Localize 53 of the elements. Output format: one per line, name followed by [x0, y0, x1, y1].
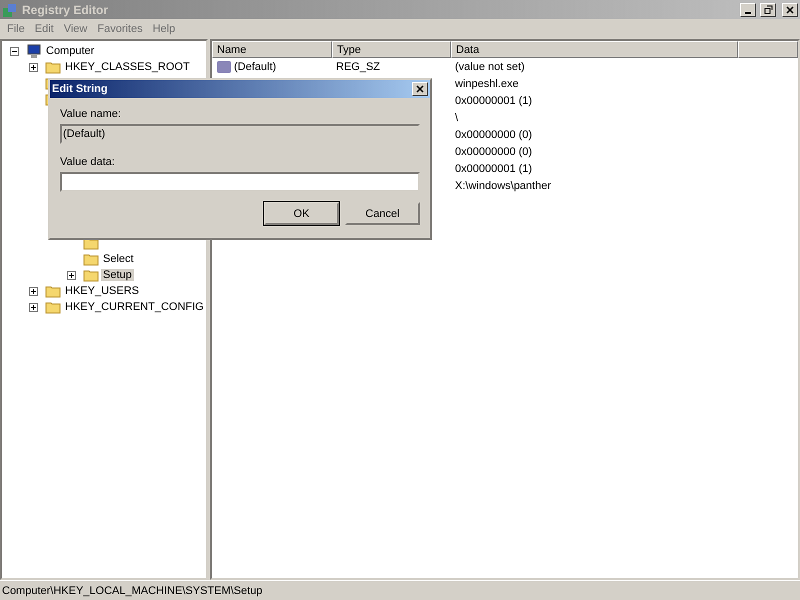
- close-button[interactable]: [782, 2, 798, 16]
- expand-button[interactable]: [67, 270, 76, 280]
- folder-icon: [45, 284, 61, 298]
- value-data: 0x00000001 (1): [455, 94, 532, 106]
- folder-icon: [45, 300, 61, 314]
- tree-item[interactable]: Select: [101, 253, 136, 265]
- value-data: (value not set): [455, 60, 525, 72]
- tree-item[interactable]: HKEY_CLASSES_ROOT: [63, 61, 192, 73]
- tree-item[interactable]: Setup: [101, 269, 134, 281]
- expand-button[interactable]: [29, 62, 38, 72]
- column-header[interactable]: [738, 41, 798, 58]
- folder-icon: [45, 60, 61, 74]
- computer-icon: [26, 44, 42, 58]
- value-data-field[interactable]: [60, 172, 420, 192]
- minimize-button[interactable]: [740, 2, 756, 16]
- tree-item[interactable]: HKEY_USERS: [63, 285, 141, 297]
- expand-button[interactable]: [29, 286, 38, 296]
- value-data: winpeshl.exe: [455, 78, 519, 90]
- restore-icon: [764, 5, 772, 14]
- expand-button[interactable]: [29, 302, 38, 312]
- folder-icon: [83, 268, 99, 282]
- column-header[interactable]: Name: [212, 41, 332, 58]
- column-header[interactable]: Type: [332, 41, 451, 58]
- folder-icon: [83, 252, 99, 266]
- plus-icon: [30, 304, 37, 310]
- field-label: Value name:: [60, 108, 121, 120]
- plus-icon: [30, 288, 37, 294]
- cancel-button[interactable]: Cancel: [345, 202, 420, 225]
- value-name: (Default): [234, 60, 276, 72]
- value-data: 0x00000000 (0): [455, 146, 532, 158]
- tree-item[interactable]: HKEY_CURRENT_CONFIG: [63, 301, 206, 313]
- value-type: REG_SZ: [336, 60, 380, 72]
- value-data: 0x00000000 (0): [455, 128, 532, 140]
- minimize-icon: [745, 12, 751, 14]
- window-title: Registry Editor: [22, 2, 110, 16]
- value-data: \: [455, 112, 458, 124]
- value-data: X:\windows\panther: [455, 180, 551, 192]
- plus-icon: [68, 272, 75, 278]
- close-button[interactable]: [412, 82, 428, 96]
- string-value-icon: [216, 60, 232, 74]
- field-label: Value data:: [60, 156, 115, 168]
- collapse-button[interactable]: [10, 46, 19, 56]
- close-icon: [786, 6, 794, 14]
- tree-item[interactable]: Computer: [44, 45, 96, 57]
- value-name-field[interactable]: (Default): [60, 124, 420, 144]
- plus-icon: [30, 64, 37, 70]
- dialog-title: Edit String: [52, 83, 109, 95]
- close-icon: [416, 85, 424, 93]
- status-bar: Computer\HKEY_LOCAL_MACHINE\SYSTEM\Setup: [0, 580, 800, 600]
- column-header[interactable]: Data: [451, 41, 738, 58]
- ok-button[interactable]: OK: [264, 202, 339, 225]
- value-data: 0x00000001 (1): [455, 162, 532, 174]
- restore-button[interactable]: [760, 2, 776, 16]
